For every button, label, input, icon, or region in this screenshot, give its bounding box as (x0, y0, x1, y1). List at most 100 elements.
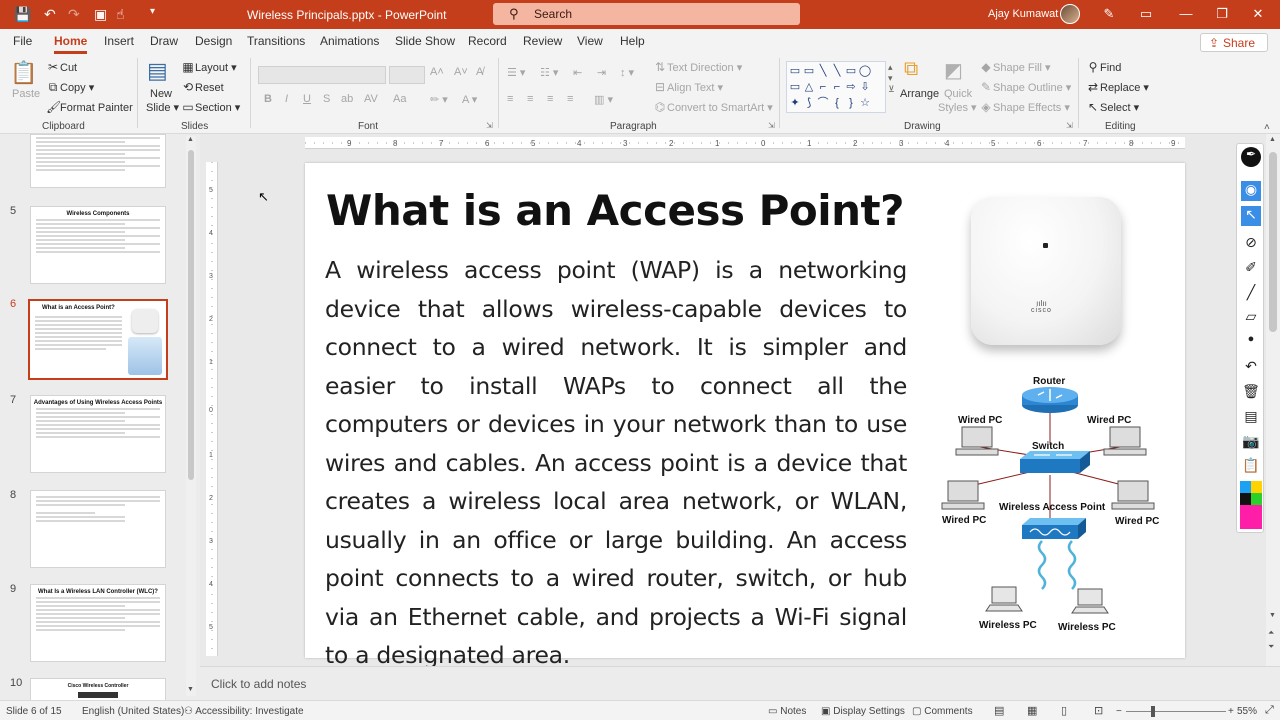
undo-icon[interactable]: ↶ (44, 6, 56, 23)
grow-font-icon[interactable]: A˄ (430, 66, 444, 78)
slideshow-view-icon[interactable]: ⊡ (1094, 704, 1103, 717)
clipboard-icon[interactable]: 📋 (1241, 457, 1261, 477)
shrink-font-icon[interactable]: A˅ (454, 66, 468, 78)
highlight-icon[interactable]: ✏ ▾ (430, 93, 448, 106)
tab-home[interactable]: Home (54, 34, 87, 48)
new-slide-button[interactable]: Slide ▾ (146, 101, 179, 114)
text-direction-button[interactable]: ⇅ Text Direction ▾ (653, 60, 742, 74)
slide-canvas[interactable]: What is an Access Point? A wireless acce… (305, 163, 1185, 669)
change-case-button[interactable]: Aa (393, 93, 406, 105)
section-button[interactable]: ▭Section ▾ (181, 100, 240, 114)
shapes-more-icon[interactable]: ▴ ▾ ⊻ (888, 62, 895, 95)
numbering-icon[interactable]: ☷ ▾ (540, 66, 558, 79)
paste-label[interactable]: Paste (12, 88, 40, 100)
zoom-in-icon[interactable]: + (1228, 706, 1234, 717)
italic-button[interactable]: I (285, 93, 288, 105)
language-indicator[interactable]: English (United States) (82, 706, 184, 717)
notes-button[interactable]: ▭ Notes (768, 706, 806, 717)
zoom-out-icon[interactable]: − (1116, 706, 1122, 717)
eraser-icon[interactable]: ▱ (1241, 308, 1261, 328)
redo-icon[interactable]: ↷ (68, 6, 80, 23)
network-diagram[interactable]: Router Switch Wired PC Wired PC Wired PC… (930, 375, 1170, 637)
zoom-slider[interactable] (1126, 711, 1226, 712)
align-left-icon[interactable]: ≡ (507, 93, 513, 105)
pen-icon[interactable]: ✎ (1099, 6, 1119, 22)
slide-thumbnail-6[interactable]: What is an Access Point? (28, 299, 168, 380)
clear-format-icon[interactable]: A̸ (476, 66, 483, 78)
copy-button[interactable]: ⧉ Copy ▾ (46, 80, 95, 95)
reset-button[interactable]: ⟲ Reset (181, 80, 224, 94)
tab-review[interactable]: Review (523, 34, 562, 48)
font-color-icon[interactable]: A ▾ (462, 93, 477, 106)
eraser-tool-icon[interactable]: ⊘ (1241, 234, 1261, 254)
arrange-icon[interactable]: ⧉ (904, 58, 918, 81)
share-button[interactable]: ⇪ Share (1200, 33, 1268, 52)
line-spacing-icon[interactable]: ↕ ▾ (620, 66, 634, 79)
columns-icon[interactable]: ▥ ▾ (594, 93, 613, 106)
increase-indent-icon[interactable]: ⇥ (597, 66, 606, 79)
quick-styles-label-1[interactable]: Quick (944, 88, 972, 100)
decrease-indent-icon[interactable]: ⇤ (573, 66, 582, 79)
drawing-dialog-launcher-icon[interactable]: ⇲ (1066, 121, 1073, 130)
collapse-ribbon-icon[interactable]: ˄ (1264, 122, 1270, 133)
tab-record[interactable]: Record (468, 34, 507, 48)
minimize-icon[interactable]: — (1176, 6, 1196, 21)
slide-sorter-icon[interactable]: ▦ (1027, 704, 1037, 717)
scroll-up-icon[interactable]: ▲ (187, 136, 194, 143)
char-spacing-button[interactable]: AV (364, 93, 378, 105)
reading-view-icon[interactable]: ▯ (1061, 704, 1067, 717)
paragraph-dialog-launcher-icon[interactable]: ⇲ (768, 121, 775, 130)
cut-button[interactable]: ✂ Cut (46, 60, 77, 74)
next-slide-icon[interactable]: ⏷ (1268, 642, 1274, 652)
paste-icon[interactable]: 📋 (10, 60, 37, 86)
ribbon-display-icon[interactable]: ▭ (1136, 6, 1156, 22)
slide-thumbnail-9[interactable]: What Is a Wireless LAN Controller (WLC)? (30, 584, 166, 662)
shapes-gallery[interactable]: ▭ ▭ ╲ ╲ ▭ ◯▭ △ ⌐ ⌐ ⇨ ⇩✦ ⟆ ⌒{} ☆ (786, 61, 886, 113)
tab-slide-show[interactable]: Slide Show (395, 34, 455, 48)
whiteboard-icon[interactable]: ▤ (1241, 408, 1261, 428)
tab-transitions[interactable]: Transitions (247, 34, 305, 48)
normal-view-icon[interactable]: ▤ (994, 704, 1004, 717)
justify-icon[interactable]: ≡ (567, 93, 573, 105)
align-right-icon[interactable]: ≡ (547, 93, 553, 105)
strikethrough-button[interactable]: S (323, 93, 330, 105)
restore-icon[interactable]: ❐ (1212, 6, 1232, 22)
tab-animations[interactable]: Animations (320, 34, 379, 48)
dot-icon[interactable]: ● (1241, 333, 1261, 353)
accessibility-button[interactable]: ⚇ Accessibility: Investigate (184, 706, 304, 717)
trash-icon[interactable]: 🗑 (1241, 383, 1261, 403)
tab-view[interactable]: View (577, 34, 603, 48)
pointer-icon[interactable]: ↖ (1241, 206, 1261, 226)
comments-button[interactable]: ▢ Comments (912, 706, 973, 717)
format-painter-button[interactable]: 🖌Format Painter (46, 100, 133, 114)
align-text-button[interactable]: ⊟ Align Text ▾ (653, 80, 723, 94)
thumbnail-scrollbar[interactable]: ▲ ▼ (186, 136, 196, 696)
font-size-box[interactable] (389, 66, 425, 84)
notes-pane[interactable]: Click to add notes (200, 666, 1280, 700)
quick-styles-button[interactable]: Styles ▾ (938, 101, 977, 114)
scrollbar-thumb[interactable] (1269, 152, 1277, 332)
arrange-button[interactable]: Arrange (900, 88, 939, 100)
tab-help[interactable]: Help (620, 34, 645, 48)
scrollbar-thumb[interactable] (188, 150, 194, 480)
touch-mode-icon[interactable]: ☝ (116, 6, 125, 23)
slide-thumbnail-8[interactable] (30, 490, 166, 568)
font-name-box[interactable] (258, 66, 386, 84)
text-shadow-icon[interactable]: ab (341, 93, 353, 105)
tab-design[interactable]: Design (195, 34, 232, 48)
bold-button[interactable]: B (264, 93, 272, 105)
scroll-up-icon[interactable]: ▲ (1269, 136, 1276, 143)
qat-more-icon[interactable]: ▾ (150, 6, 155, 17)
zoom-level[interactable]: 55% (1237, 706, 1257, 717)
font-dialog-launcher-icon[interactable]: ⇲ (486, 121, 493, 130)
find-button[interactable]: ⚲ Find (1086, 60, 1122, 74)
pen-tool-icon[interactable]: ✒ (1241, 147, 1261, 167)
underline-button[interactable]: U (303, 93, 311, 105)
replace-button[interactable]: ⇄ Replace ▾ (1086, 80, 1149, 94)
quick-styles-icon[interactable]: ◩ (944, 58, 963, 83)
highlighter-icon[interactable]: ✐ (1241, 259, 1261, 279)
avatar[interactable] (1060, 4, 1080, 24)
autosave-icon[interactable]: 💾 (14, 6, 31, 23)
select-button[interactable]: ↖ Select ▾ (1086, 100, 1139, 114)
align-center-icon[interactable]: ≡ (527, 93, 533, 105)
